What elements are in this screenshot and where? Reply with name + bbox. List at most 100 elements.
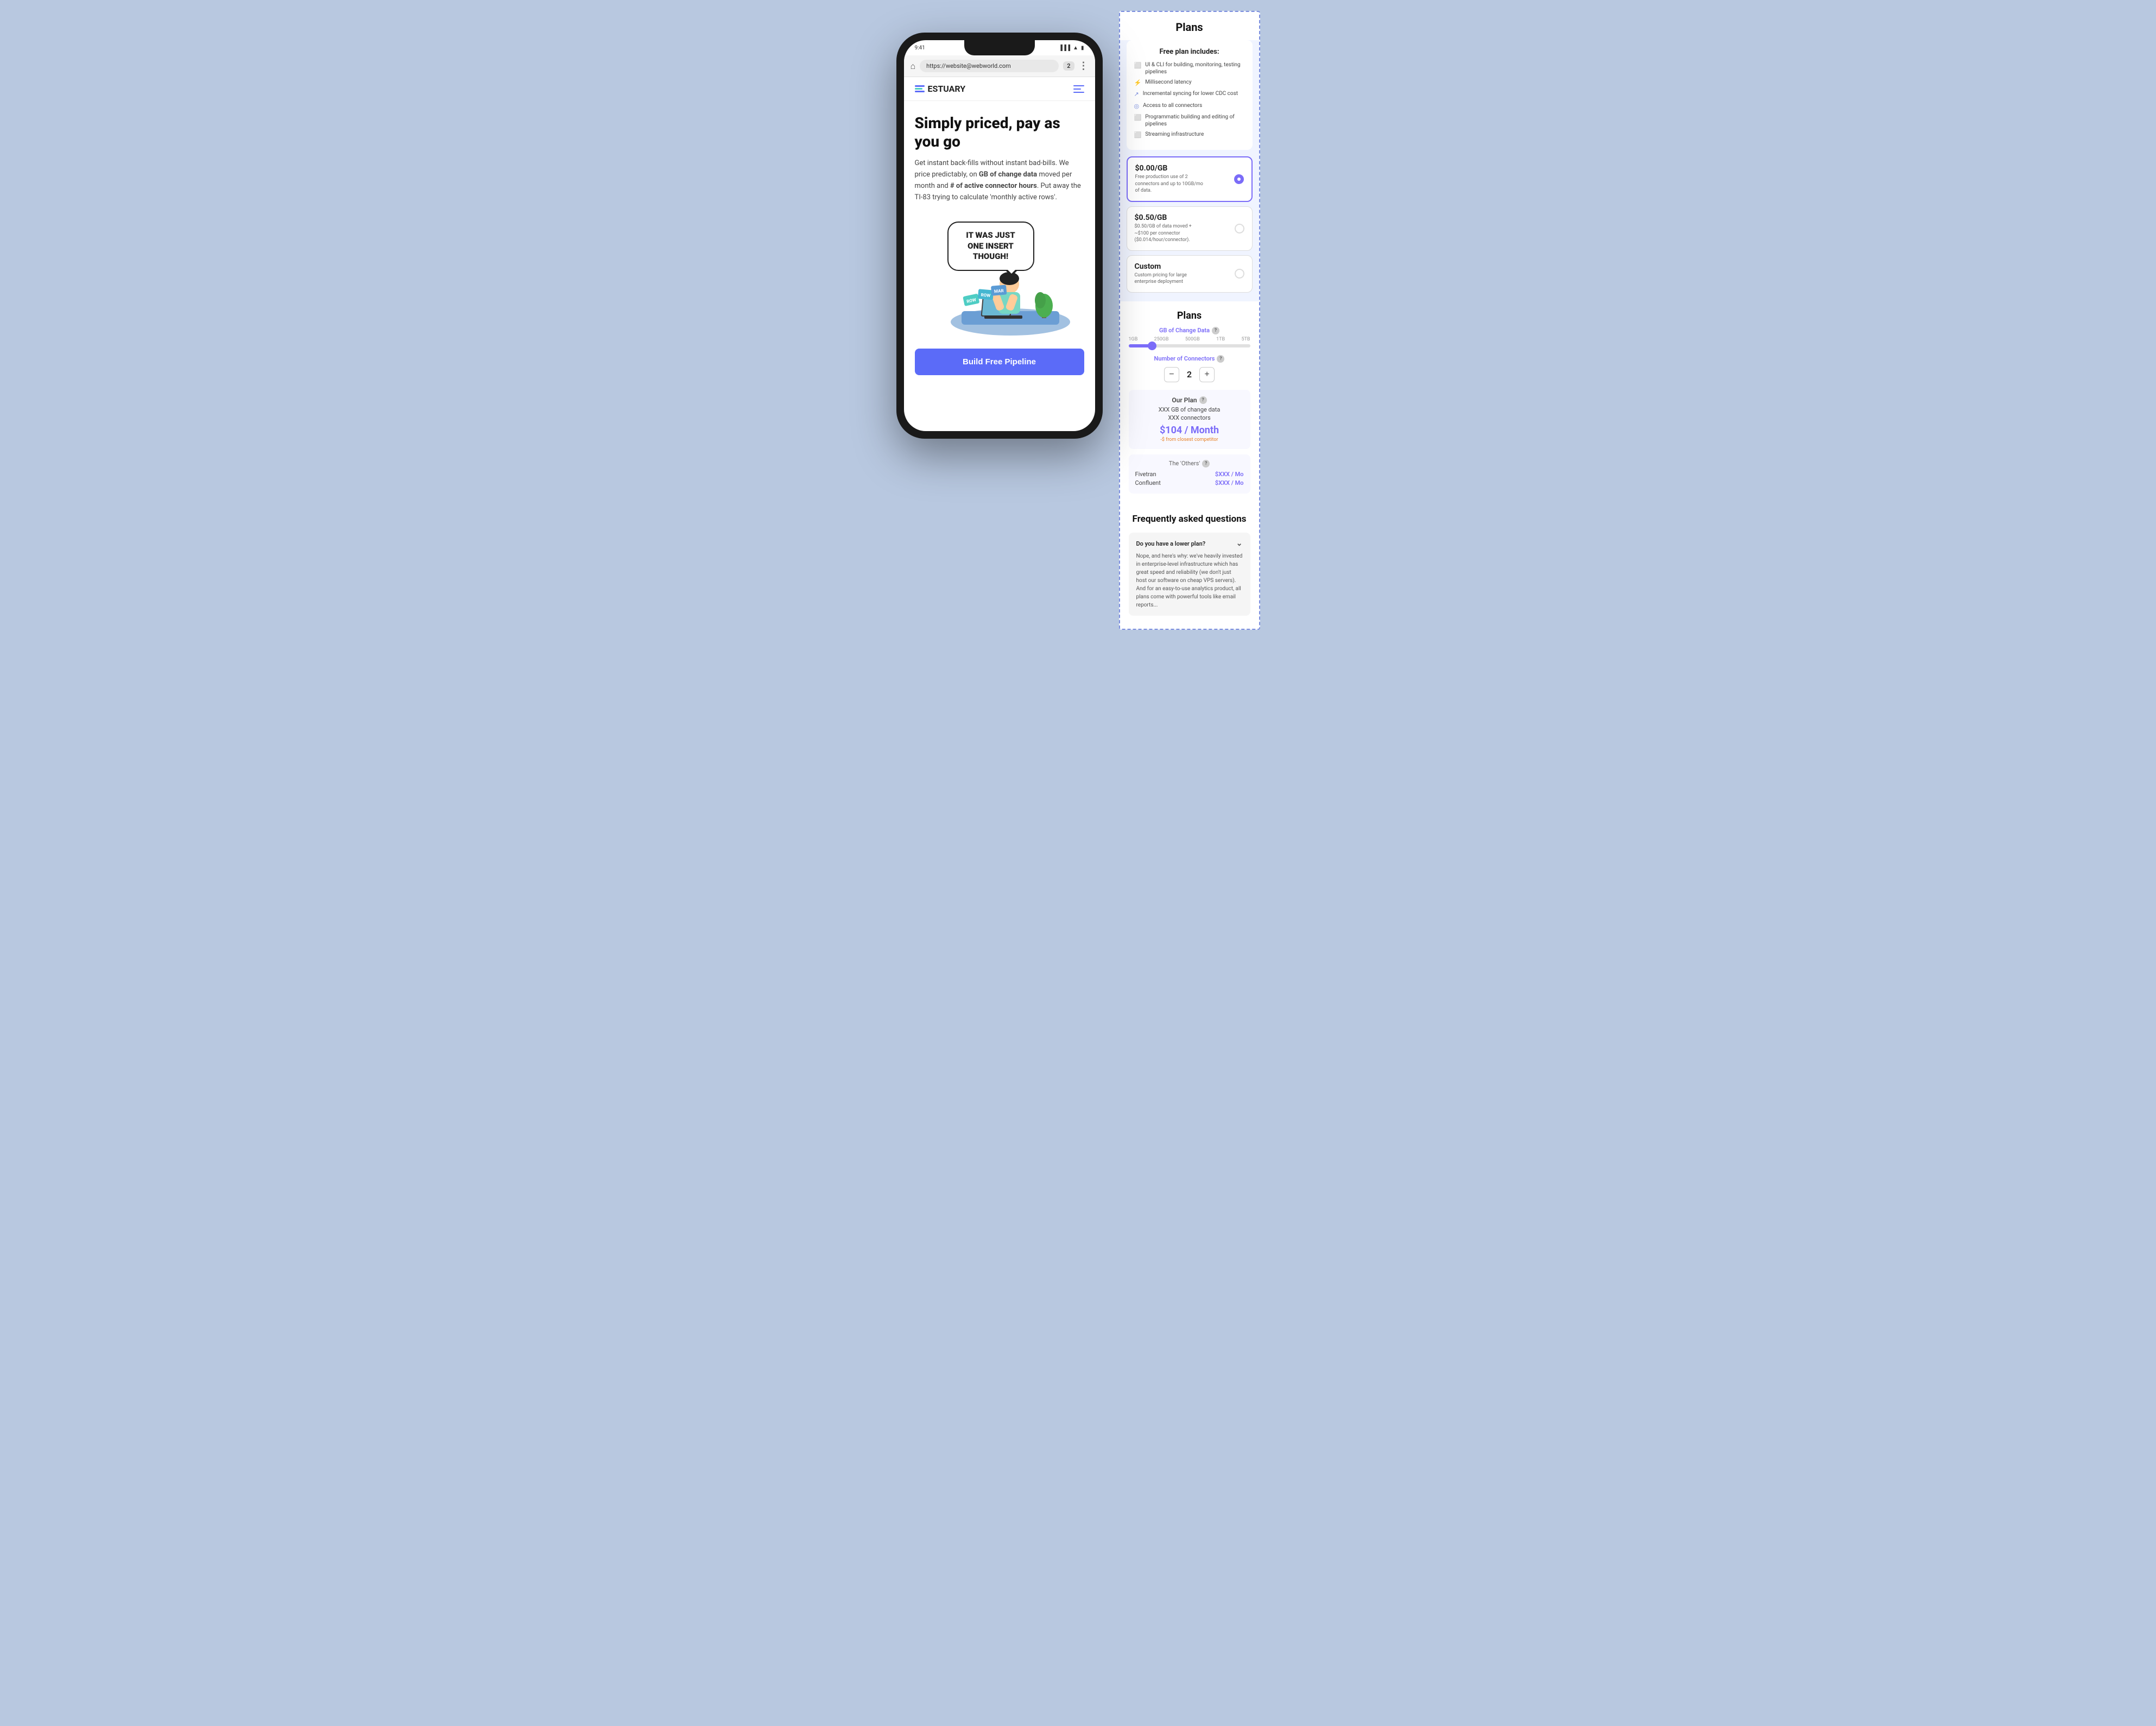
logo-bar-1	[915, 85, 925, 87]
radio-free[interactable]	[1234, 174, 1244, 184]
faq-item-1[interactable]: Do you have a lower plan? ⌄ Nope, and he…	[1129, 533, 1250, 616]
hamburger-line-1	[1073, 85, 1084, 86]
logo-bar-2	[915, 88, 922, 90]
free-plan-item-5: ⬜ Programmatic building and editing of p…	[1134, 113, 1245, 128]
tab-count[interactable]: 2	[1063, 61, 1074, 71]
illustration: IT WAS JUST ONE INSERT THOUGH!	[915, 216, 1084, 336]
slider-label-250gb: 250GB	[1154, 337, 1169, 342]
slider-label-1gb: 1GB	[1129, 337, 1138, 342]
gb-slider-thumb[interactable]	[1148, 342, 1156, 350]
plan-connectors: XXX connectors	[1135, 414, 1244, 421]
svg-text:MAR: MAR	[994, 288, 1003, 294]
pricing-option-custom[interactable]: Custom Custom pricing for large enterpri…	[1127, 255, 1253, 293]
radio-custom[interactable]	[1235, 269, 1244, 279]
confluent-price: $XXX / Mo	[1215, 479, 1244, 486]
url-bar[interactable]: https://website@webworld.com	[920, 60, 1059, 72]
faq-question-text-1: Do you have a lower plan?	[1136, 540, 1206, 547]
calc-title: Plans	[1129, 310, 1250, 321]
sync-icon: ↗	[1134, 91, 1139, 98]
free-plan-text-2: Millisecond latency	[1145, 79, 1191, 86]
our-plan-title-text: Our Plan	[1172, 396, 1197, 404]
free-plan-text-5: Programmatic building and editing of pip…	[1145, 113, 1244, 128]
free-plan-text-4: Access to all connectors	[1143, 102, 1202, 109]
free-plan-item-2: ⚡ Millisecond latency	[1134, 79, 1245, 87]
hamburger-menu[interactable]	[1073, 85, 1084, 93]
faq-title: Frequently asked questions	[1129, 513, 1250, 525]
plans-section-title: Plans	[1120, 12, 1259, 40]
plan-savings: -$ from closest competitor	[1135, 437, 1244, 442]
speech-bubble: IT WAS JUST ONE INSERT THOUGH!	[947, 222, 1034, 271]
gb-help-icon[interactable]: ?	[1212, 327, 1219, 334]
radio-paid[interactable]	[1235, 224, 1244, 233]
pricing-price-custom: Custom	[1135, 262, 1205, 271]
gb-label: GB of Change Data ?	[1129, 327, 1250, 334]
slider-label-500gb: 500GB	[1185, 337, 1200, 342]
pricing-desc-free: Free production use of 2 connectors and …	[1135, 174, 1206, 194]
svg-text:ROW: ROW	[981, 293, 990, 299]
connector-value: 2	[1187, 369, 1192, 380]
free-plan-text-3: Incremental syncing for lower CDC cost	[1143, 90, 1238, 97]
monitor-icon: ⬜	[1134, 62, 1142, 69]
others-help-icon[interactable]: ?	[1202, 460, 1210, 467]
our-plan-help-icon[interactable]: ?	[1199, 396, 1207, 404]
plan-price: $104 / Month	[1135, 425, 1244, 436]
connectors-label: Number of Connectors ?	[1129, 355, 1250, 363]
hamburger-line-2	[1073, 88, 1081, 90]
slider-label-1tb: 1TB	[1216, 337, 1225, 342]
logo-text: ESTUARY	[928, 84, 966, 94]
latency-icon: ⚡	[1134, 79, 1142, 87]
gb-slider-track	[1129, 344, 1250, 347]
free-plan-item-3: ↗ Incremental syncing for lower CDC cost	[1134, 90, 1245, 98]
more-options-icon[interactable]: ⋮	[1079, 60, 1089, 72]
phone-notch	[964, 40, 1035, 55]
connector-decrement-button[interactable]: −	[1164, 367, 1179, 382]
connector-counter: − 2 +	[1129, 367, 1250, 382]
connector-icon: ◎	[1134, 103, 1140, 110]
pricing-option-paid-left: $0.50/GB $0.50/GB of data moved + ~$100 …	[1135, 213, 1205, 244]
gb-slider-fill	[1129, 344, 1150, 347]
logo-bar-3	[915, 91, 925, 92]
others-title: The 'Others' ?	[1135, 460, 1244, 467]
faq-answer-1: Nope, and here's why: we've heavily inve…	[1136, 552, 1243, 609]
pricing-desc-paid: $0.50/GB of data moved + ~$100 per conne…	[1135, 223, 1205, 244]
slider-label-5tb: 5TB	[1241, 337, 1250, 342]
others-box: The 'Others' ? Fivetran $XXX / Mo Conflu…	[1129, 454, 1250, 494]
logo: ESTUARY	[915, 84, 966, 94]
fivetran-name: Fivetran	[1135, 471, 1156, 478]
phone-mockup: 9:41 ▐▐▐ ▲ ▮ ⌂ https://website@webworld.…	[896, 33, 1103, 439]
pricing-option-paid[interactable]: $0.50/GB $0.50/GB of data moved + ~$100 …	[1127, 206, 1253, 251]
site-content: Simply priced, pay as you go Get instant…	[904, 101, 1095, 394]
faq-question-1[interactable]: Do you have a lower plan? ⌄	[1136, 539, 1243, 548]
pricing-price-paid: $0.50/GB	[1135, 213, 1205, 222]
faq-section: Frequently asked questions Do you have a…	[1120, 502, 1259, 629]
hero-description: Get instant back-fills without instant b…	[915, 158, 1084, 203]
phone-frame: 9:41 ▐▐▐ ▲ ▮ ⌂ https://website@webworld.…	[896, 33, 1103, 439]
free-plan-text-6: Streaming infrastructure	[1145, 131, 1204, 138]
pricing-option-free-left: $0.00/GB Free production use of 2 connec…	[1135, 164, 1206, 194]
others-title-text: The 'Others'	[1169, 460, 1200, 467]
fivetran-price: $XXX / Mo	[1215, 471, 1244, 478]
pricing-desc-custom: Custom pricing for large enterprise depl…	[1135, 272, 1205, 286]
our-plan-title: Our Plan ?	[1135, 396, 1244, 404]
code-icon: ⬜	[1134, 114, 1142, 122]
right-panel: Plans Free plan includes: ⬜ UI & CLI for…	[1119, 11, 1260, 630]
faq-chevron-1: ⌄	[1236, 539, 1243, 548]
browser-bar: ⌂ https://website@webworld.com 2 ⋮	[904, 55, 1095, 77]
home-icon[interactable]: ⌂	[911, 61, 916, 72]
connectors-label-text: Number of Connectors	[1154, 355, 1215, 362]
free-plan-box: Free plan includes: ⬜ UI & CLI for build…	[1127, 40, 1253, 150]
free-plan-title: Free plan includes:	[1134, 48, 1245, 56]
logo-icon	[915, 85, 925, 92]
slider-labels: 1GB 250GB 500GB 1TB 5TB	[1129, 337, 1250, 342]
plan-gb-data: XXX GB of change data	[1135, 406, 1244, 413]
hamburger-line-3	[1073, 92, 1084, 93]
pricing-option-free[interactable]: $0.00/GB Free production use of 2 connec…	[1127, 156, 1253, 202]
free-plan-item-6: ⬜ Streaming infrastructure	[1134, 131, 1245, 139]
gb-label-text: GB of Change Data	[1159, 327, 1210, 334]
site-header: ESTUARY	[904, 77, 1095, 101]
connectors-help-icon[interactable]: ?	[1217, 355, 1224, 363]
connector-increment-button[interactable]: +	[1199, 367, 1215, 382]
cta-button[interactable]: Build Free Pipeline	[915, 349, 1084, 375]
our-plan-box: Our Plan ? XXX GB of change data XXX con…	[1129, 390, 1250, 449]
competitor-confluent: Confluent $XXX / Mo	[1135, 479, 1244, 486]
